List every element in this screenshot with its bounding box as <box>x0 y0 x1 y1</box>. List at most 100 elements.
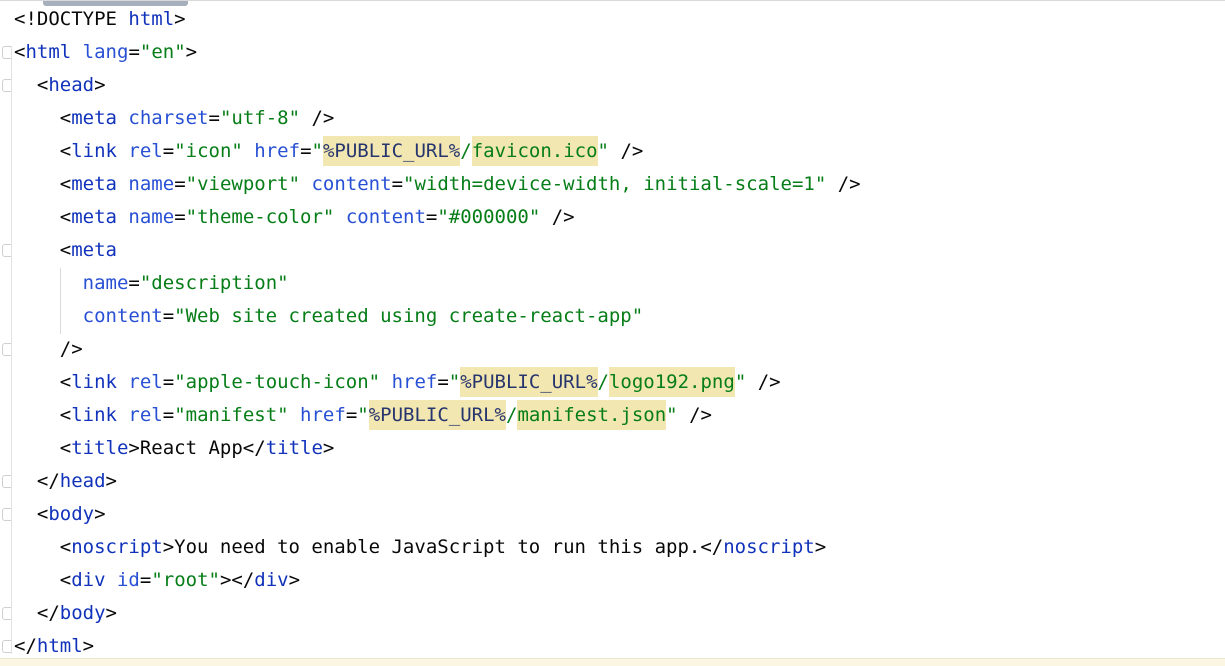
code-token-p <box>300 173 311 195</box>
code-token-p: < <box>14 140 71 162</box>
code-token-t: meta <box>71 206 117 228</box>
code-token-t: meta <box>71 173 117 195</box>
code-token-p: = <box>346 404 357 426</box>
code-token-a: name <box>128 206 174 228</box>
code-token-p: < <box>14 404 71 426</box>
code-token-p: < <box>14 371 71 393</box>
code-token-p: = <box>209 107 220 129</box>
code-token-a: href <box>300 404 346 426</box>
code-token-p: = <box>174 206 185 228</box>
code-token-t: noscript <box>71 536 163 558</box>
code-token-ph: %PUBLIC_URL% <box>323 136 460 166</box>
code-token-p <box>117 206 128 228</box>
code-line: <link rel="manifest" href="%PUBLIC_URL%/… <box>14 399 861 432</box>
code-token-s: "root" <box>151 569 220 591</box>
code-editor: <!DOCTYPE html><html lang="en"> <head> <… <box>0 0 1225 666</box>
code-token-s: "utf-8" <box>220 107 300 129</box>
code-token-ph: %PUBLIC_URL% <box>460 367 597 397</box>
code-token-s: " <box>598 140 609 162</box>
fold-marker[interactable] <box>2 79 11 92</box>
code-token-p: </ <box>14 470 60 492</box>
code-line: <meta charset="utf-8" /> <box>14 102 861 135</box>
code-token-p: = <box>163 371 174 393</box>
code-token-a: name <box>83 272 129 294</box>
code-token-p <box>117 173 128 195</box>
code-token-a: href <box>254 140 300 162</box>
code-token-a: rel <box>128 404 162 426</box>
code-token-f: logo192.png <box>609 367 735 397</box>
code-token-t: meta <box>71 107 117 129</box>
code-line: <meta name="viewport" content="width=dev… <box>14 168 861 201</box>
code-token-t: head <box>60 470 106 492</box>
code-token-s: " <box>735 371 746 393</box>
code-token-s: " <box>666 404 677 426</box>
code-token-p <box>334 206 345 228</box>
code-token-p: = <box>392 173 403 195</box>
code-line: <html lang="en"> <box>14 36 861 69</box>
code-token-s: "manifest" <box>174 404 288 426</box>
code-token-t: title <box>266 437 323 459</box>
code-token-p <box>117 404 128 426</box>
code-token-s: / <box>506 404 517 426</box>
code-token-p: < <box>14 74 48 96</box>
code-token-t: link <box>71 140 117 162</box>
code-token-t: head <box>48 74 94 96</box>
fold-marker[interactable] <box>2 607 11 620</box>
code-line: content="Web site created using create-r… <box>14 300 861 333</box>
fold-marker[interactable] <box>2 343 11 356</box>
code-line: <head> <box>14 69 861 102</box>
code-token-a: charset <box>128 107 208 129</box>
code-token-t: body <box>60 602 106 624</box>
code-token-p <box>14 272 83 294</box>
code-token-p: /> <box>609 140 643 162</box>
code-area[interactable]: <!DOCTYPE html><html lang="en"> <head> <… <box>14 3 861 663</box>
code-token-p: ></ <box>220 569 254 591</box>
code-token-a: rel <box>128 371 162 393</box>
code-token-p: /> <box>14 338 83 360</box>
fold-marker[interactable] <box>2 46 11 59</box>
code-token-t: div <box>254 569 288 591</box>
code-token-s: "apple-touch-icon" <box>174 371 380 393</box>
fold-gutter-line <box>11 46 12 654</box>
code-token-p: = <box>128 41 139 63</box>
code-line: <!DOCTYPE html> <box>14 3 861 36</box>
code-token-p <box>243 140 254 162</box>
code-line: <body> <box>14 498 861 531</box>
code-token-s: "en" <box>140 41 186 63</box>
code-token-a: lang <box>83 41 129 63</box>
code-token-p: <!DOCTYPE <box>14 8 128 30</box>
code-token-p: > <box>106 602 117 624</box>
code-token-p: = <box>437 371 448 393</box>
fold-marker[interactable] <box>2 244 11 257</box>
code-token-p <box>380 371 391 393</box>
code-token-p: = <box>300 140 311 162</box>
code-token-t: link <box>71 371 117 393</box>
code-token-a: href <box>392 371 438 393</box>
code-token-p: < <box>14 569 71 591</box>
code-token-a: content <box>83 305 163 327</box>
code-token-s: "width=device-width, initial-scale=1" <box>403 173 826 195</box>
code-token-p <box>117 107 128 129</box>
fold-marker[interactable] <box>2 508 11 521</box>
code-token-s: / <box>460 140 471 162</box>
code-token-p: > <box>186 41 197 63</box>
code-token-t: meta <box>71 239 117 261</box>
fold-marker[interactable] <box>2 640 11 653</box>
code-line: <link rel="icon" href="%PUBLIC_URL%/favi… <box>14 135 861 168</box>
code-token-a: name <box>128 173 174 195</box>
code-token-p: >You need to enable JavaScript to run th… <box>163 536 724 558</box>
code-line: <div id="root"></div> <box>14 564 861 597</box>
code-token-p: = <box>426 206 437 228</box>
code-token-p: = <box>174 173 185 195</box>
code-token-p <box>106 569 117 591</box>
fold-marker[interactable] <box>2 475 11 488</box>
code-token-f: favicon.ico <box>472 136 598 166</box>
code-token-s: " <box>449 371 460 393</box>
code-token-p: = <box>163 404 174 426</box>
code-token-s: "viewport" <box>186 173 300 195</box>
code-token-p: > <box>323 437 334 459</box>
code-token-p <box>117 140 128 162</box>
code-token-p: < <box>14 206 71 228</box>
code-token-p <box>71 41 82 63</box>
code-token-p: >React App</ <box>128 437 265 459</box>
